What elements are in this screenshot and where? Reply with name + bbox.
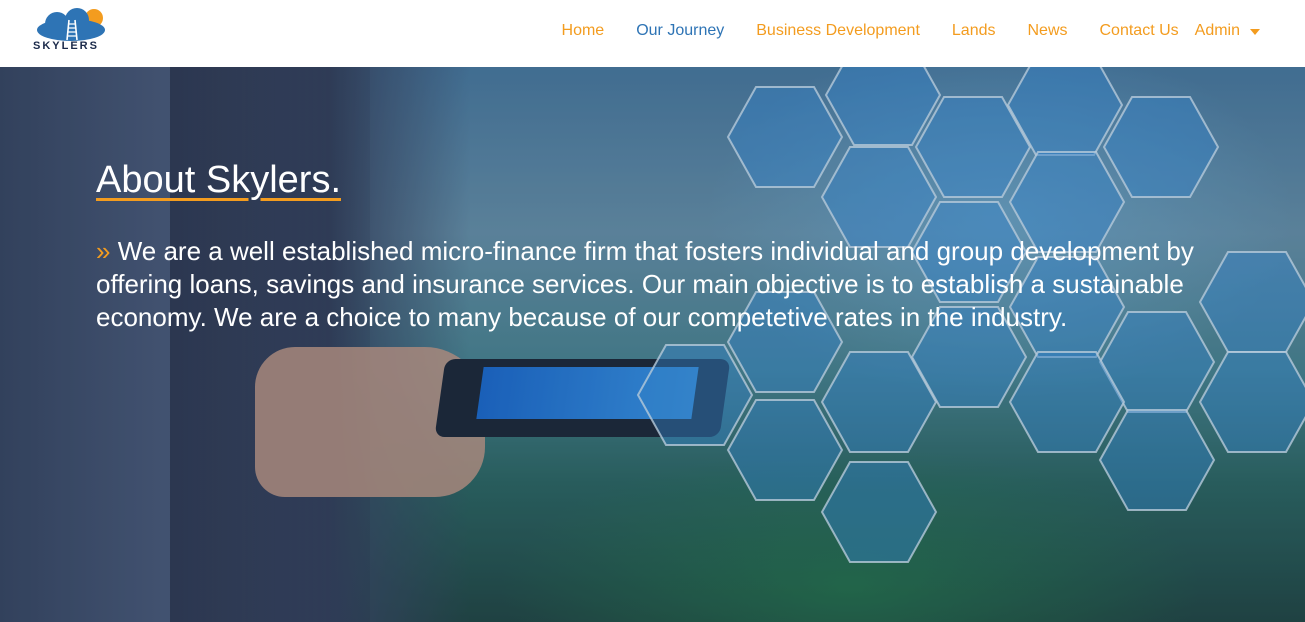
about-description: We are a well established micro-finance … [96, 236, 1194, 332]
nav-our-journey[interactable]: Our Journey [620, 22, 740, 40]
nav-news[interactable]: News [1011, 22, 1083, 40]
brand-name: SKYLERS [33, 40, 99, 52]
nav-admin-label: Admin [1194, 22, 1240, 39]
caret-down-icon [1250, 29, 1260, 35]
about-title: About Skylers. [96, 159, 341, 201]
main-nav: Home Our Journey Business Development La… [546, 0, 1260, 62]
brand-logo[interactable]: SKYLERS [33, 8, 109, 54]
nav-business-development[interactable]: Business Development [740, 22, 936, 40]
hero-overlay [0, 67, 1305, 622]
nav-home[interactable]: Home [546, 22, 621, 40]
hero-banner: About Skylers. » We are a well establish… [0, 67, 1305, 622]
chevron-right-icon: » [96, 236, 111, 266]
nav-lands[interactable]: Lands [936, 22, 1012, 40]
nav-contact-us[interactable]: Contact Us [1084, 22, 1195, 40]
about-text: » We are a well established micro-financ… [96, 235, 1206, 334]
cloud-logo-icon [37, 8, 105, 41]
navbar: SKYLERS Home Our Journey Business Develo… [0, 0, 1305, 67]
nav-admin-dropdown[interactable]: Admin [1195, 22, 1260, 40]
